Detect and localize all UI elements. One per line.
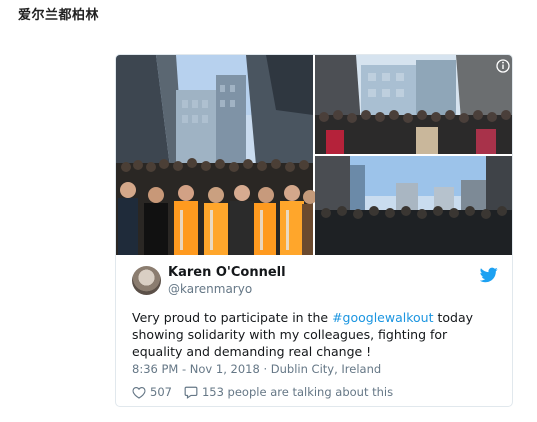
talking-count: 153 people are talking about this	[201, 385, 394, 399]
tweet-text: Very proud to participate in the #google…	[132, 309, 498, 360]
tweet-photo-3[interactable]	[315, 156, 513, 255]
avatar[interactable]	[132, 266, 161, 295]
embedded-tweet-card[interactable]: Karen O'Connell @karenmaryo Very proud t…	[115, 54, 513, 407]
tweet-location[interactable]: Dublin City, Ireland	[271, 362, 381, 376]
tweet-photo-collage[interactable]	[116, 55, 513, 255]
heart-icon	[132, 386, 146, 399]
tweet-stats: 507 153 people are talking about this	[132, 385, 405, 399]
tweet-meta: 8:36 PM - Nov 1, 2018 · Dublin City, Ire…	[132, 362, 381, 376]
author-handle[interactable]: @karenmaryo	[168, 282, 252, 296]
tweet-timestamp[interactable]: 8:36 PM - Nov 1, 2018	[132, 362, 260, 376]
author-name[interactable]: Karen O'Connell	[168, 265, 286, 280]
comment-icon	[184, 386, 198, 399]
conversation-action[interactable]: 153 people are talking about this	[184, 385, 393, 399]
like-count: 507	[150, 385, 172, 399]
tweet-photo-2[interactable]	[315, 55, 513, 154]
meta-separator: ·	[259, 362, 271, 376]
tweet-photo-1[interactable]	[116, 55, 317, 255]
twitter-bird-icon[interactable]	[480, 267, 498, 283]
hashtag-link[interactable]: #googlewalkout	[332, 310, 433, 325]
like-action[interactable]: 507	[132, 385, 172, 399]
tweet-text-before: Very proud to participate in the	[132, 310, 333, 325]
page-heading: 爱尔兰都柏林	[18, 8, 100, 23]
